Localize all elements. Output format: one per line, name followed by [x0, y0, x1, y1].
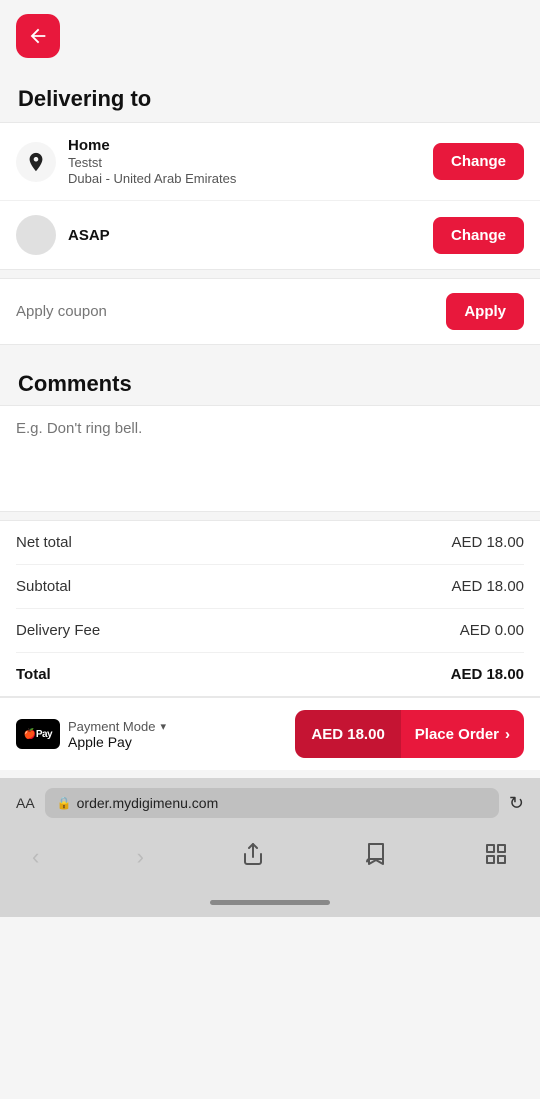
address-change-button[interactable]: Change: [433, 143, 524, 180]
back-button[interactable]: [16, 14, 60, 58]
url-text: order.mydigimenu.com: [77, 795, 219, 811]
forward-nav-button[interactable]: ›: [129, 840, 152, 874]
location-icon: [25, 151, 47, 173]
section-title-delivering: Delivering to: [0, 74, 540, 122]
payment-name: Apple Pay: [68, 734, 166, 750]
net-total-label: Net total: [16, 534, 72, 551]
location-icon-wrap: [16, 142, 56, 182]
comments-title: Comments: [0, 361, 540, 405]
time-info: ASAP: [68, 227, 433, 244]
page-content: Delivering to Home Testst Dubai - United…: [0, 66, 540, 770]
address-card: Home Testst Dubai - United Arab Emirates…: [0, 122, 540, 270]
address-row: Home Testst Dubai - United Arab Emirates…: [0, 123, 540, 201]
address-sub2: Dubai - United Arab Emirates: [68, 171, 433, 186]
bookmarks-button[interactable]: [355, 838, 395, 876]
home-indicator-bar: [210, 900, 330, 905]
chevron-right-icon: ›: [505, 726, 510, 743]
back-nav-button[interactable]: ‹: [24, 840, 47, 874]
time-row: ASAP Change: [0, 201, 540, 269]
place-order-text: Place Order: [415, 726, 499, 743]
reload-button[interactable]: ↻: [509, 793, 524, 814]
payment-method[interactable]: 🍎Pay Payment Mode ▾ Apple Pay: [16, 719, 166, 750]
url-bar[interactable]: 🔒 order.mydigimenu.com: [45, 788, 499, 818]
comments-textarea-wrap: [0, 405, 540, 512]
aa-button[interactable]: AA: [16, 795, 35, 811]
comments-textarea[interactable]: [0, 406, 540, 506]
delivery-fee-label: Delivery Fee: [16, 622, 100, 639]
apply-coupon-button[interactable]: Apply: [446, 293, 524, 330]
apple-pay-logo: 🍎Pay: [24, 729, 52, 740]
chevron-down-icon: ▾: [160, 720, 166, 733]
total-row: Total AED 18.00: [16, 653, 524, 696]
home-indicator: [0, 892, 540, 917]
place-order-label: Place Order ›: [401, 710, 524, 758]
total-value: AED 18.00: [451, 666, 524, 683]
browser-nav: ‹ ›: [0, 828, 540, 892]
net-total-value: AED 18.00: [451, 534, 524, 551]
time-icon-wrap: [16, 215, 56, 255]
subtotal-value: AED 18.00: [451, 578, 524, 595]
delivery-fee-row: Delivery Fee AED 0.00: [16, 609, 524, 653]
subtotal-row: Subtotal AED 18.00: [16, 565, 524, 609]
lock-icon: 🔒: [57, 796, 72, 810]
top-bar: [0, 0, 540, 66]
coupon-input[interactable]: [16, 303, 446, 320]
payment-info: Payment Mode ▾ Apple Pay: [68, 719, 166, 750]
share-button[interactable]: [233, 838, 273, 876]
tabs-button[interactable]: [476, 838, 516, 876]
bottom-bar: 🍎Pay Payment Mode ▾ Apple Pay AED 18.00 …: [0, 697, 540, 770]
browser-bar: AA 🔒 order.mydigimenu.com ↻: [0, 778, 540, 828]
totals-card: Net total AED 18.00 Subtotal AED 18.00 D…: [0, 520, 540, 697]
address-name: Home: [68, 137, 433, 154]
comments-section: Comments: [0, 353, 540, 512]
subtotal-label: Subtotal: [16, 578, 71, 595]
coupon-row: Apply: [0, 278, 540, 345]
address-sub1: Testst: [68, 155, 433, 170]
time-change-button[interactable]: Change: [433, 217, 524, 254]
place-order-button[interactable]: AED 18.00 Place Order ›: [295, 710, 524, 758]
apple-pay-icon: 🍎Pay: [16, 719, 60, 749]
net-total-row: Net total AED 18.00: [16, 521, 524, 565]
time-label: ASAP: [68, 227, 433, 244]
place-order-amount: AED 18.00: [295, 710, 400, 758]
delivery-fee-value: AED 0.00: [460, 622, 524, 639]
payment-mode-label: Payment Mode: [68, 719, 155, 734]
address-info: Home Testst Dubai - United Arab Emirates: [68, 137, 433, 186]
total-label: Total: [16, 666, 51, 683]
